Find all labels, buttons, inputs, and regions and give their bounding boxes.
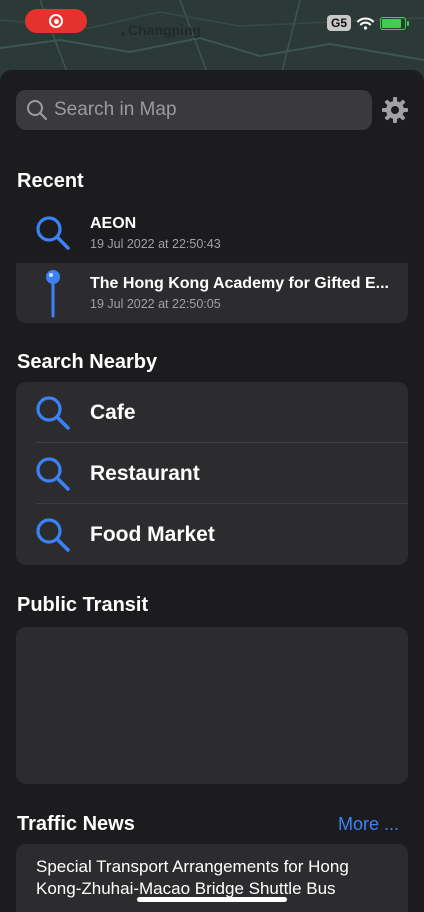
- recent-section-title: Recent: [17, 170, 84, 192]
- nearby-section-title: Search Nearby: [17, 351, 158, 373]
- nearby-list: Cafe Restaurant Food Market: [16, 382, 408, 565]
- battery-icon: [380, 16, 409, 30]
- recent-item-time: 19 Jul 2022 at 22:50:05: [90, 297, 221, 311]
- search-icon: [16, 455, 90, 493]
- bottom-sheet: Recent AEON 19 Jul 2022 at 22:50:43: [0, 70, 424, 912]
- gear-icon[interactable]: [381, 96, 409, 124]
- search-icon: [27, 100, 48, 121]
- map-pin-icon: [16, 268, 90, 318]
- recent-item[interactable]: AEON 19 Jul 2022 at 22:50:43: [16, 202, 408, 263]
- map-place-label: Changping: [128, 22, 202, 38]
- recent-list: AEON 19 Jul 2022 at 22:50:43 The Hong Ko…: [16, 202, 408, 323]
- home-indicator[interactable]: [137, 897, 287, 902]
- transit-section-title: Public Transit: [17, 594, 149, 616]
- search-input[interactable]: [54, 99, 354, 121]
- wifi-icon: [357, 17, 374, 30]
- network-badge: G5: [326, 15, 351, 31]
- search-icon: [16, 516, 90, 554]
- transit-panel[interactable]: [16, 627, 408, 784]
- search-icon: [16, 394, 90, 432]
- search-icon: [16, 214, 90, 252]
- screen-recording-indicator[interactable]: [25, 9, 87, 33]
- status-bar-right: G5: [326, 15, 409, 31]
- nearby-item-cafe[interactable]: Cafe: [16, 382, 408, 443]
- recent-item-title: The Hong Kong Academy for Gifted E...: [90, 275, 389, 292]
- nearby-item-label: Food Market: [90, 522, 215, 546]
- search-bar[interactable]: [16, 90, 372, 130]
- nearby-item-label: Cafe: [90, 400, 136, 424]
- recent-item-title: AEON: [90, 214, 137, 232]
- record-icon: [49, 14, 63, 28]
- nearby-item-restaurant[interactable]: Restaurant: [16, 443, 408, 504]
- traffic-section-title: Traffic News: [17, 813, 135, 835]
- traffic-more-link[interactable]: More ...: [338, 814, 399, 835]
- nearby-item-food-market[interactable]: Food Market: [16, 504, 408, 565]
- recent-item-time: 19 Jul 2022 at 22:50:43: [90, 236, 221, 251]
- nearby-item-label: Restaurant: [90, 461, 200, 485]
- recent-item[interactable]: The Hong Kong Academy for Gifted E... 19…: [16, 263, 408, 323]
